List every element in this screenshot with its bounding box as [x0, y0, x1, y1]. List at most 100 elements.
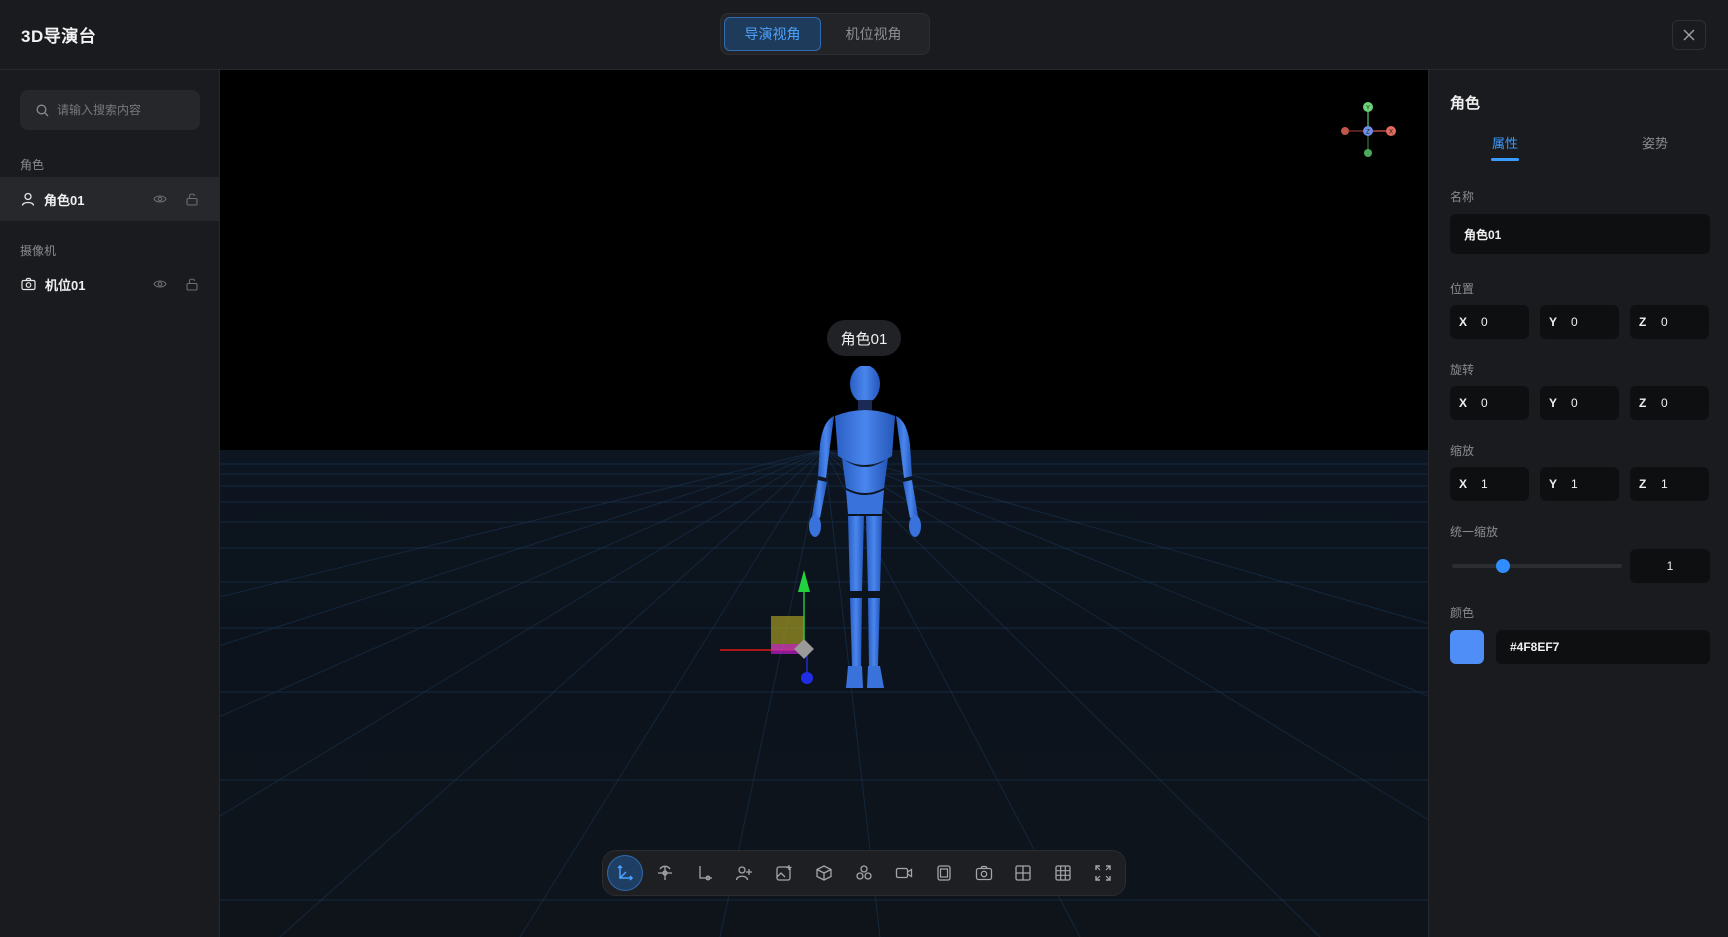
- slider-thumb[interactable]: [1496, 559, 1510, 573]
- cube-icon: [816, 865, 832, 881]
- tab-pose[interactable]: 姿势: [1642, 133, 1668, 152]
- axis-z-label: Z: [1639, 477, 1647, 491]
- scale-x-value: 1: [1481, 477, 1488, 491]
- scale-y-input[interactable]: Y1: [1540, 467, 1619, 501]
- axis-z-label: Z: [1639, 396, 1647, 410]
- tool-snapshot[interactable]: [966, 855, 1002, 891]
- camera-icon: [975, 865, 992, 881]
- gizmo-x-label: X: [1389, 130, 1393, 136]
- rotation-z-value: 0: [1661, 396, 1668, 410]
- tree-item-character-01[interactable]: 角色01: [0, 177, 219, 221]
- position-x-input[interactable]: X0: [1450, 305, 1529, 339]
- app-root: 3D导演台 导演视角 机位视角 角色 角色01 摄像机 机位01: [0, 0, 1728, 937]
- color-hex-input[interactable]: #4F8EF7: [1496, 630, 1710, 664]
- tool-grid-3x3[interactable]: [1045, 855, 1081, 891]
- axis-y-label: Y: [1549, 315, 1558, 329]
- name-input[interactable]: 角色01: [1450, 214, 1710, 254]
- active-tab-indicator: [1491, 158, 1519, 161]
- orientation-gizmo[interactable]: Y X Z: [1330, 96, 1400, 166]
- tree-item-camera-01[interactable]: 机位01: [0, 262, 219, 306]
- section-label-cameras: 摄像机: [20, 244, 57, 258]
- position-y-input[interactable]: Y0: [1540, 305, 1619, 339]
- grid-3x3-icon: [1055, 865, 1071, 881]
- search-box[interactable]: [20, 90, 200, 130]
- tab-properties[interactable]: 属性: [1492, 133, 1518, 152]
- properties-panel: 角色 属性 姿势 名称 角色01 位置 X0 Y0 Z0 旋转 X0 Y0 Z0…: [1428, 70, 1728, 937]
- eye-icon[interactable]: [153, 277, 167, 291]
- scale-x-input[interactable]: X1: [1450, 467, 1529, 501]
- search-icon: [36, 104, 49, 116]
- panel-title: 角色: [1450, 95, 1481, 112]
- user-icon: [21, 192, 35, 206]
- position-z-value: 0: [1661, 315, 1668, 329]
- axis-y-label: Y: [1549, 396, 1558, 410]
- tool-axis[interactable]: [687, 855, 723, 891]
- tool-rotate[interactable]: [647, 855, 683, 891]
- transform-gizmo[interactable]: [720, 540, 870, 690]
- tool-add-character[interactable]: [727, 855, 763, 891]
- position-y-value: 0: [1571, 315, 1578, 329]
- unlock-icon[interactable]: [185, 192, 199, 206]
- rotation-label: 旋转: [1450, 363, 1475, 377]
- scale-z-value: 1: [1661, 477, 1668, 491]
- rotation-y-input[interactable]: Y0: [1540, 386, 1619, 420]
- tool-add-object[interactable]: [806, 855, 842, 891]
- axis-icon: [698, 866, 712, 881]
- scene-sidebar: 角色 角色01 摄像机 机位01: [0, 70, 220, 937]
- cluster-icon: [856, 865, 872, 880]
- tab-director-view[interactable]: 导演视角: [724, 17, 822, 51]
- tool-cluster[interactable]: [846, 855, 882, 891]
- tool-frame[interactable]: [926, 855, 962, 891]
- axis-z-label: Z: [1639, 315, 1647, 329]
- gizmo-z-label: Z: [1366, 130, 1370, 136]
- tab-camera-view[interactable]: 机位视角: [825, 17, 922, 51]
- view-toggle: 导演视角 机位视角: [720, 13, 930, 55]
- scale-y-value: 1: [1571, 477, 1578, 491]
- axis-x-label: X: [1459, 315, 1468, 329]
- rotation-y-value: 0: [1571, 396, 1578, 410]
- app-title: 3D导演台: [21, 27, 97, 46]
- rotation-x-value: 0: [1481, 396, 1488, 410]
- tool-add-image[interactable]: [766, 855, 802, 891]
- unlock-icon[interactable]: [185, 277, 199, 291]
- add-image-icon: [776, 865, 792, 881]
- position-fields: X0 Y0 Z0: [1450, 305, 1710, 339]
- 3d-viewport[interactable]: Y X Z 角色01: [220, 70, 1428, 937]
- position-x-value: 0: [1481, 315, 1488, 329]
- tree-item-label: 机位01: [45, 277, 86, 293]
- axis-x-label: X: [1459, 396, 1468, 410]
- tool-fullscreen[interactable]: [1085, 855, 1121, 891]
- search-input[interactable]: [57, 103, 187, 117]
- uniform-scale-slider[interactable]: [1452, 559, 1622, 573]
- move-axes-icon: [617, 864, 633, 881]
- add-character-icon: [736, 866, 753, 881]
- rotation-z-input[interactable]: Z0: [1630, 386, 1709, 420]
- camera-icon: [21, 277, 36, 291]
- tree-item-label: 角色01: [44, 192, 85, 208]
- position-label: 位置: [1450, 282, 1475, 296]
- frame-icon: [937, 865, 951, 881]
- axis-y-label: Y: [1549, 477, 1558, 491]
- position-z-input[interactable]: Z0: [1630, 305, 1709, 339]
- close-icon: [1683, 29, 1695, 41]
- section-label-characters: 角色: [20, 158, 45, 172]
- scale-z-input[interactable]: Z1: [1630, 467, 1709, 501]
- fullscreen-icon: [1095, 865, 1111, 881]
- rotate-icon: [657, 865, 672, 880]
- color-swatch[interactable]: [1450, 630, 1484, 664]
- name-label: 名称: [1450, 190, 1475, 204]
- scale-label: 缩放: [1450, 444, 1475, 458]
- tool-move[interactable]: [607, 855, 643, 891]
- uniform-scale-label: 统一缩放: [1450, 525, 1499, 539]
- viewport-toolbar: [602, 850, 1126, 896]
- rotation-x-input[interactable]: X0: [1450, 386, 1529, 420]
- uniform-scale-input[interactable]: 1: [1630, 549, 1710, 583]
- eye-icon[interactable]: [153, 192, 167, 206]
- close-button[interactable]: [1672, 20, 1706, 50]
- tool-grid-2x2[interactable]: [1005, 855, 1041, 891]
- header: 3D导演台 导演视角 机位视角: [0, 0, 1728, 70]
- scale-fields: X1 Y1 Z1: [1450, 467, 1710, 501]
- gizmo-y-label: Y: [1366, 106, 1370, 112]
- tool-video-camera[interactable]: [886, 855, 922, 891]
- grid-2x2-icon: [1015, 865, 1032, 881]
